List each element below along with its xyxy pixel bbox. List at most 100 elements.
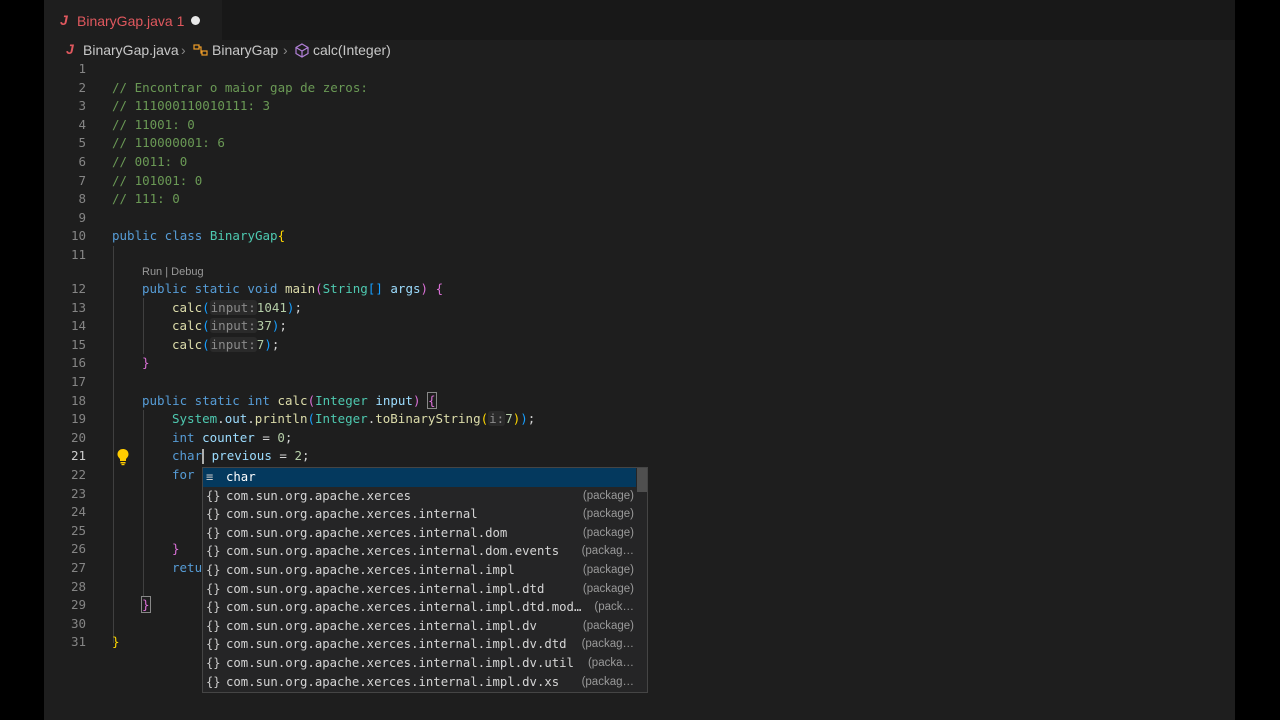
code-comment: // 101001: 0: [112, 172, 203, 188]
suggestion-widget[interactable]: ≡ char {} com.sun.org.apache.xerces (package…: [202, 467, 648, 693]
code-line-22: for: [172, 467, 195, 482]
line-number: 29: [70, 597, 86, 613]
suggestion-item[interactable]: {} com.sun.org.apache.xerces.internal.imp…: [203, 561, 636, 580]
indent-guide: [143, 410, 144, 596]
suggestion-item[interactable]: {} com.sun.org.apache.xerces (package): [203, 487, 636, 506]
suggestion-label: com.sun.org.apache.xerces.internal: [226, 507, 478, 522]
package-icon: {}: [206, 581, 221, 596]
suggestion-detail: (package): [582, 582, 634, 595]
suggestion-item[interactable]: {} com.sun.org.apache.xerces.internal.imp…: [203, 635, 636, 654]
package-icon: {}: [206, 525, 221, 540]
package-icon: {}: [206, 563, 221, 577]
suggestion-label: com.sun.org.apache.xerces.internal.dom.e…: [226, 544, 560, 559]
suggestion-detail: (package): [582, 564, 634, 576]
line-number: 11: [70, 247, 86, 262]
suggestion-label: com.sun.org.apache.xerces.internal.dom: [226, 525, 508, 540]
tab-binarygap[interactable]: J BinaryGap.java 1: [44, 0, 222, 40]
keyword-icon: ≡: [206, 470, 214, 484]
line-number: 28: [70, 578, 86, 594]
line-number: 13: [70, 299, 86, 315]
chevron-right-icon: ›: [181, 42, 186, 58]
breadcrumb-method[interactable]: calc(Integer): [313, 42, 391, 58]
package-icon: {}: [206, 507, 221, 522]
code-comment: // 11001: 0: [112, 116, 195, 132]
package-icon: {}: [206, 618, 221, 633]
suggestion-detail: (packag…: [581, 545, 634, 558]
suggestion-detail: (packag…: [581, 638, 634, 651]
line-number: 15: [70, 336, 86, 352]
run-debug-codelens[interactable]: Run | Debug: [142, 266, 204, 278]
suggestion-detail: (packa…: [587, 657, 634, 669]
suggestion-item[interactable]: {} com.sun.org.apache.xerces.internal.dom…: [203, 542, 636, 561]
lightbulb-icon[interactable]: [116, 448, 130, 466]
suggestion-detail: (package): [582, 526, 634, 539]
line-number: 9: [78, 209, 86, 225]
code-line-31: }: [112, 634, 120, 650]
line-number: 6: [78, 154, 86, 169]
suggestion-detail: (package): [582, 619, 634, 632]
suggestion-item[interactable]: {} com.sun.org.apache.xerces.internal.imp…: [203, 580, 636, 599]
code-line-10: public class BinaryGap{: [112, 228, 286, 244]
code-line-29: }: [141, 596, 151, 614]
line-number: 3: [78, 98, 86, 114]
tab-problem-count: 1: [176, 13, 185, 29]
code-comment: // 111: 0: [112, 191, 180, 207]
code-line-12: public static void main(String[] args) {: [142, 281, 444, 296]
code-line-27: retu: [172, 560, 203, 575]
suggestion-label: char: [226, 470, 256, 484]
suggestion-item[interactable]: {} com.sun.org.apache.xerces.internal (pac…: [203, 505, 636, 524]
line-number: 30: [70, 615, 86, 631]
suggestion-label: com.sun.org.apache.xerces.internal.impl.…: [226, 600, 582, 615]
text-cursor: [202, 449, 205, 465]
suggestion-item[interactable]: {} com.sun.org.apache.xerces.internal.imp…: [203, 617, 636, 636]
breadcrumb-file[interactable]: BinaryGap.java: [83, 42, 179, 58]
suggestion-keyword[interactable]: ≡ char: [203, 468, 636, 487]
indent-guide: [143, 298, 144, 354]
code-line-26: }: [172, 541, 180, 557]
suggestion-label: com.sun.org.apache.xerces.internal.impl.…: [226, 656, 574, 670]
line-number: 27: [70, 560, 86, 575]
suggestion-item[interactable]: {} com.sun.org.apache.xerces.internal.imp…: [203, 598, 636, 617]
suggestion-label: com.sun.org.apache.xerces.internal.impl: [226, 563, 515, 577]
suggestion-detail: (package): [582, 508, 634, 521]
code-comment: // 0011: 0: [112, 154, 188, 169]
class-icon: [193, 43, 209, 60]
code-line-20: int counter = 0;: [172, 429, 293, 445]
code-line-18: public static int calc(Integer input) {: [142, 391, 437, 409]
line-number: 5: [78, 135, 86, 151]
chevron-right-icon: ›: [283, 42, 288, 58]
suggestion-scrollbar[interactable]: [637, 468, 647, 492]
line-number: 7: [78, 172, 86, 188]
line-number: 23: [70, 485, 86, 501]
code-line-15: calc(input:7);: [172, 336, 280, 352]
suggestion-detail: (pack…: [594, 601, 634, 614]
code-comment: // 110000001: 6: [112, 135, 225, 151]
unsaved-dot-icon[interactable]: [191, 16, 200, 25]
line-number: 14: [70, 318, 86, 334]
line-number: 21: [70, 448, 86, 464]
suggestion-label: com.sun.org.apache.xerces: [226, 488, 412, 503]
tab-bar: J BinaryGap.java 1: [44, 0, 1235, 40]
line-number: 19: [70, 411, 86, 427]
package-icon: {}: [206, 544, 221, 559]
suggestion-item[interactable]: {} com.sun.org.apache.xerces.internal.imp…: [203, 673, 636, 692]
line-number: 4: [78, 116, 86, 132]
suggestion-detail: (package): [582, 489, 634, 502]
line-number: 10: [70, 228, 86, 244]
suggestion-label: com.sun.org.apache.xerces.internal.impl.…: [226, 581, 545, 596]
suggestion-item[interactable]: {} com.sun.org.apache.xerces.internal.imp…: [203, 654, 636, 673]
code-line-16: }: [142, 355, 150, 371]
suggestion-label: com.sun.org.apache.xerces.internal.impl.…: [226, 637, 567, 652]
breadcrumb-class[interactable]: BinaryGap: [212, 42, 278, 58]
line-number: 26: [70, 541, 86, 557]
code-comment: // Encontrar o maior gap de zeros:: [112, 79, 368, 95]
line-number: 18: [70, 392, 86, 408]
package-icon: {}: [206, 674, 221, 689]
suggestion-item[interactable]: {} com.sun.org.apache.xerces.internal.dom…: [203, 524, 636, 543]
tab-filename: BinaryGap.java: [77, 13, 173, 29]
suggestion-label: com.sun.org.apache.xerces.internal.impl.…: [226, 674, 560, 689]
line-number: 12: [70, 281, 86, 296]
code-line-14: calc(input:37);: [172, 318, 287, 334]
code-line-21: char previous = 2;: [172, 448, 310, 465]
line-number: 8: [78, 191, 86, 207]
